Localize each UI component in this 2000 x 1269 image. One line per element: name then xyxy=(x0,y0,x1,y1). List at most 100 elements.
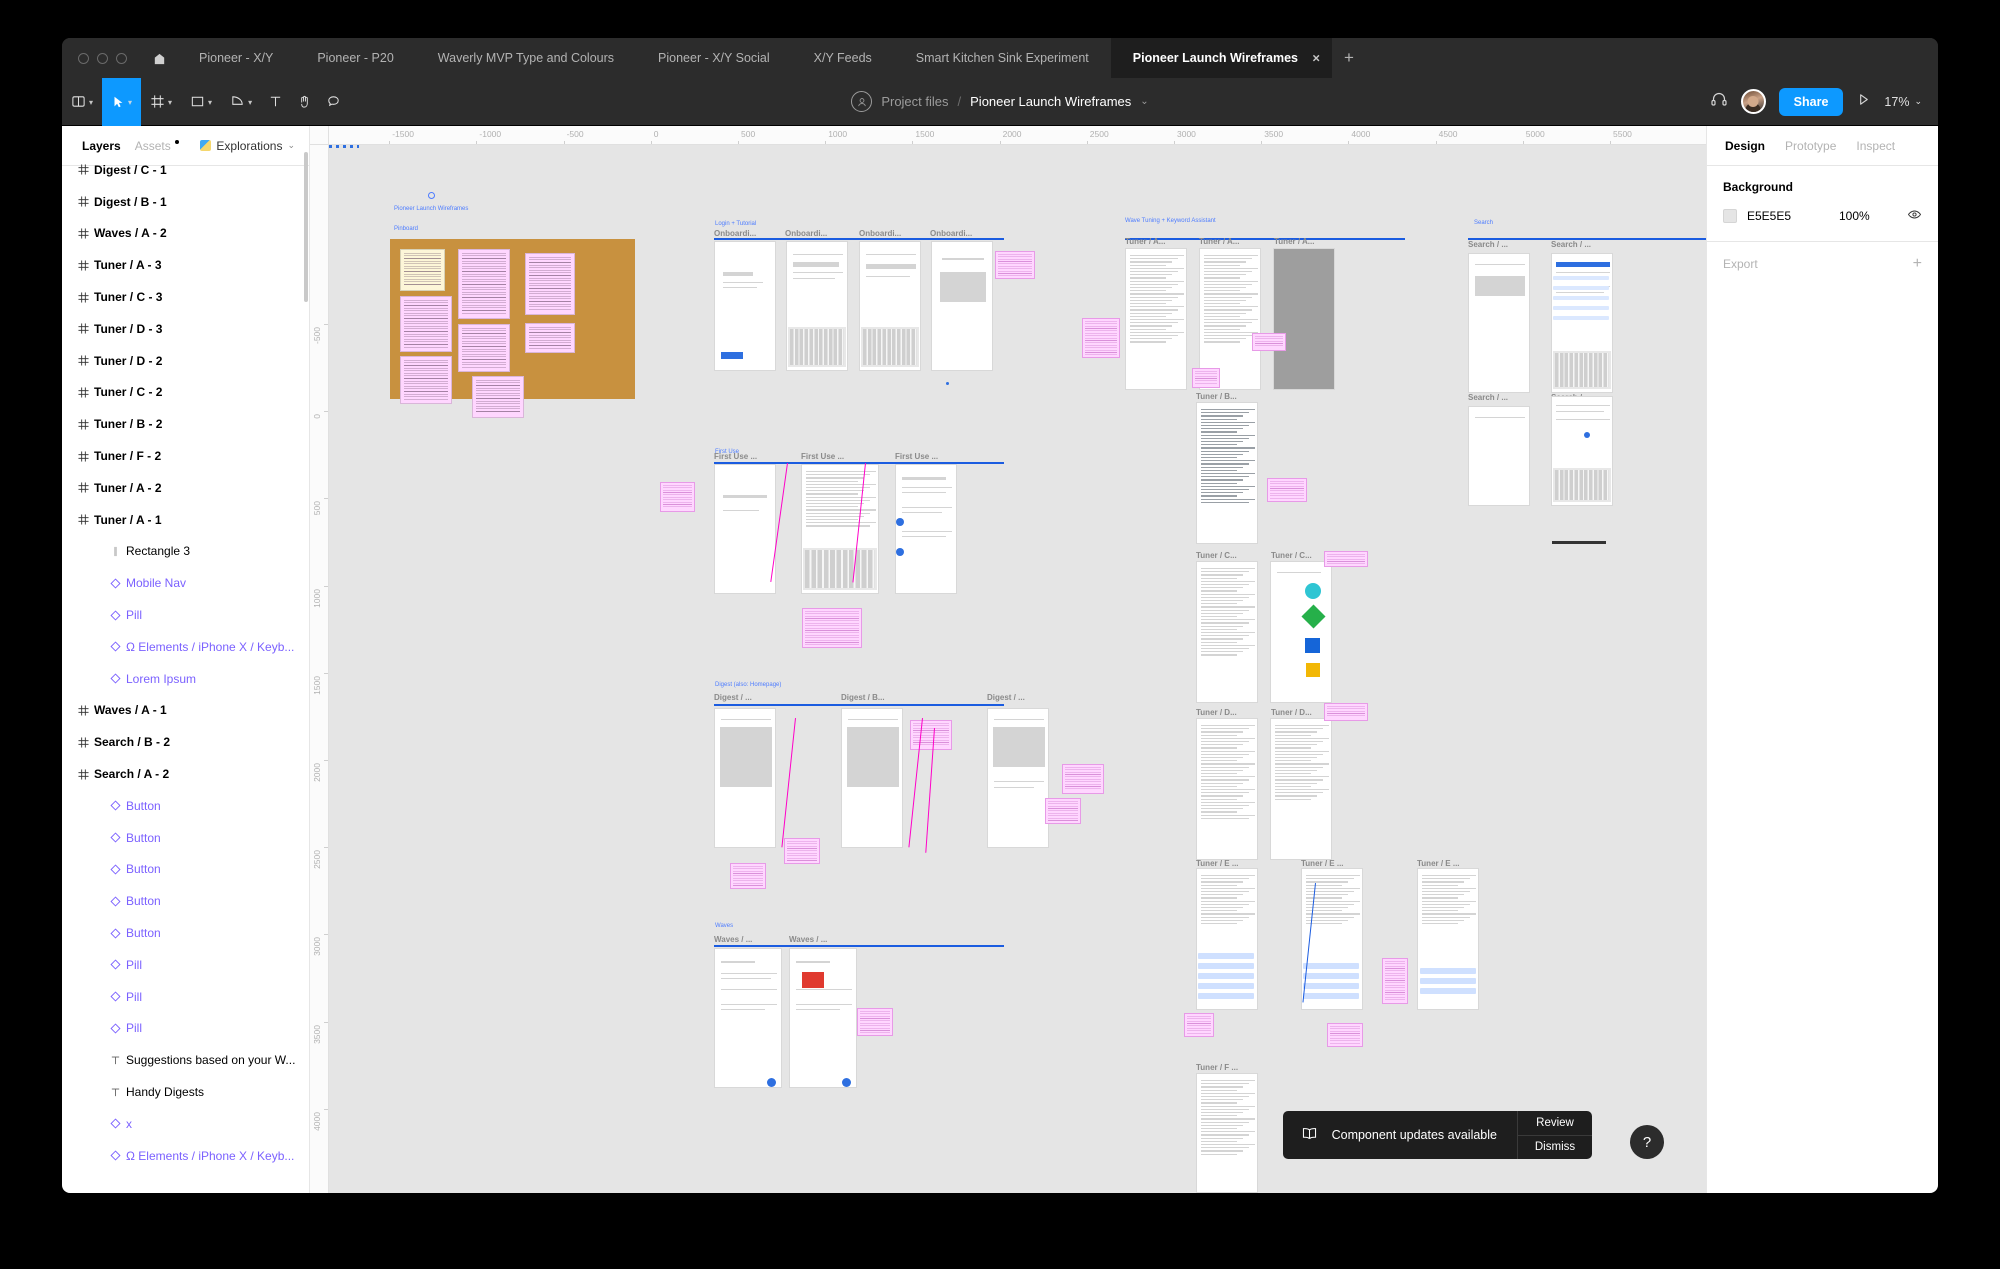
add-export-button[interactable]: + xyxy=(1913,256,1922,272)
tab-2[interactable]: Waverly MVP Type and Colours xyxy=(416,38,636,78)
wireframe-text-line xyxy=(1275,770,1317,771)
layer-name: Pill xyxy=(126,608,142,622)
layer-row[interactable]: Handy Digests xyxy=(62,1076,309,1108)
maximize-window-button[interactable] xyxy=(116,53,127,64)
layer-row[interactable]: Tuner / A - 2 xyxy=(62,472,309,504)
layer-row[interactable]: Waves / A - 2 xyxy=(62,218,309,250)
dismiss-button[interactable]: Dismiss xyxy=(1518,1135,1592,1160)
wireframe-text-line xyxy=(1201,622,1249,623)
wireframe-text-line xyxy=(1306,897,1342,898)
help-button[interactable]: ? xyxy=(1630,1125,1664,1159)
background-hex-value[interactable]: E5E5E5 xyxy=(1747,209,1839,223)
layer-name: Button xyxy=(126,862,161,876)
canvas-frame-title: First Use ... xyxy=(801,452,844,461)
layer-row[interactable]: Waves / A - 1 xyxy=(62,695,309,727)
tab-5[interactable]: Smart Kitchen Sink Experiment xyxy=(894,38,1111,78)
tab-design[interactable]: Design xyxy=(1725,139,1765,153)
wireframe-screen xyxy=(801,464,879,594)
zoom-control[interactable]: 17% ⌄ xyxy=(1884,95,1922,109)
ruler-tick-label: 3000 xyxy=(312,937,322,956)
layer-row[interactable]: Mobile Nav xyxy=(62,567,309,599)
home-icon[interactable] xyxy=(141,38,177,78)
tab-prototype[interactable]: Prototype xyxy=(1785,139,1836,153)
layer-row[interactable]: Pill xyxy=(62,1013,309,1045)
tab-6[interactable]: Pioneer Launch Wireframes× xyxy=(1111,38,1332,78)
hand-tool-icon[interactable] xyxy=(290,78,319,126)
layer-row[interactable]: Tuner / B - 2 xyxy=(62,408,309,440)
eye-icon[interactable] xyxy=(1907,207,1922,225)
avatar[interactable] xyxy=(1741,89,1766,114)
layer-row[interactable]: Button xyxy=(62,790,309,822)
wireframe-text-line xyxy=(1422,901,1476,902)
layer-row[interactable]: Tuner / F - 2 xyxy=(62,440,309,472)
layer-row[interactable]: Pill xyxy=(62,981,309,1013)
layer-row[interactable]: Suggestions based on your W... xyxy=(62,1044,309,1076)
component-icon xyxy=(104,673,126,684)
headphones-icon[interactable] xyxy=(1710,90,1728,113)
layer-row[interactable]: Button xyxy=(62,854,309,886)
review-button[interactable]: Review xyxy=(1518,1111,1592,1135)
layer-row[interactable]: Ω Elements / iPhone X / Keyb... xyxy=(62,1140,309,1172)
tab-4[interactable]: X/Y Feeds xyxy=(792,38,894,78)
design-canvas[interactable]: Pioneer Launch WireframesPinboardLogin +… xyxy=(329,145,1706,1193)
tab-layers[interactable]: Layers xyxy=(76,139,127,153)
tab-0[interactable]: Pioneer - X/Y xyxy=(177,38,295,78)
ruler-tick-label: 3500 xyxy=(312,1025,322,1044)
tab-1[interactable]: Pioneer - P20 xyxy=(295,38,415,78)
wireframe-text-line xyxy=(993,727,1045,767)
canvas-area[interactable]: -2000-1500-1000-500050010001500200025003… xyxy=(310,126,1706,1193)
wireframe-screen xyxy=(1125,248,1187,390)
layer-row[interactable]: Tuner / D - 3 xyxy=(62,313,309,345)
layer-row[interactable]: Rectangle 3 xyxy=(62,536,309,568)
layer-row[interactable]: Ω Elements / iPhone X / Keyb... xyxy=(62,631,309,663)
wireframe-text-line xyxy=(1201,492,1243,493)
layer-row[interactable]: Button xyxy=(62,917,309,949)
canvas-section-label: Waves xyxy=(715,923,733,929)
layer-row[interactable]: Tuner / A - 3 xyxy=(62,249,309,281)
layer-row[interactable]: Tuner / C - 3 xyxy=(62,281,309,313)
layer-row[interactable]: Button xyxy=(62,822,309,854)
close-window-button[interactable] xyxy=(78,53,89,64)
layer-row[interactable]: Tuner / A - 1 xyxy=(62,504,309,536)
tab-assets[interactable]: Assets xyxy=(129,139,181,153)
wireframe-screen xyxy=(789,948,857,1088)
layer-row[interactable]: Digest / C - 1 xyxy=(62,154,309,186)
wireframe-text-line xyxy=(1201,419,1237,420)
shape-tool-icon[interactable]: ▾ xyxy=(181,78,221,126)
layer-row[interactable]: Digest / B - 1 xyxy=(62,186,309,218)
move-tool-icon[interactable]: ▾ xyxy=(102,78,141,126)
layer-row[interactable]: Pill xyxy=(62,949,309,981)
layer-row[interactable]: x xyxy=(62,1108,309,1140)
layers-scrollbar[interactable] xyxy=(304,152,308,302)
layer-row[interactable]: Pill xyxy=(62,599,309,631)
layer-row[interactable]: Button xyxy=(62,885,309,917)
breadcrumb-project[interactable]: Project files xyxy=(881,94,948,109)
component-icon xyxy=(104,641,126,652)
layer-row[interactable]: Lorem Ipsum xyxy=(62,663,309,695)
text-tool-icon[interactable] xyxy=(261,78,290,126)
layer-row[interactable]: Tuner / C - 2 xyxy=(62,377,309,409)
close-icon[interactable]: × xyxy=(1312,52,1320,65)
chevron-down-icon[interactable]: ⌄ xyxy=(1140,96,1148,107)
present-play-icon[interactable] xyxy=(1856,92,1871,112)
layer-row[interactable]: Search / A - 2 xyxy=(62,758,309,790)
share-button[interactable]: Share xyxy=(1779,88,1844,116)
background-color-swatch[interactable] xyxy=(1723,209,1737,223)
frame-tool-icon[interactable]: ▾ xyxy=(141,78,181,126)
wireframe-text-line xyxy=(1275,799,1311,800)
pen-tool-icon[interactable]: ▾ xyxy=(221,78,261,126)
minimize-window-button[interactable] xyxy=(97,53,108,64)
wireframe-text-line xyxy=(848,719,898,720)
menu-icon[interactable]: ▾ xyxy=(62,78,102,126)
page-selector-explorations[interactable]: Explorations ⌄ xyxy=(200,139,295,153)
layer-row[interactable]: Tuner / D - 2 xyxy=(62,345,309,377)
layer-list[interactable]: Digest / C - 1Digest / B - 1Waves / A - … xyxy=(62,152,309,1193)
background-opacity-value[interactable]: 100% xyxy=(1839,209,1907,223)
new-tab-button[interactable]: + xyxy=(1332,38,1366,78)
tab-3[interactable]: Pioneer - X/Y Social xyxy=(636,38,792,78)
layer-row[interactable]: Search / B - 2 xyxy=(62,726,309,758)
component-icon xyxy=(104,1118,126,1129)
breadcrumb-file-name[interactable]: Pioneer Launch Wireframes xyxy=(970,94,1131,109)
comment-tool-icon[interactable] xyxy=(319,78,348,126)
tab-inspect[interactable]: Inspect xyxy=(1856,139,1895,153)
